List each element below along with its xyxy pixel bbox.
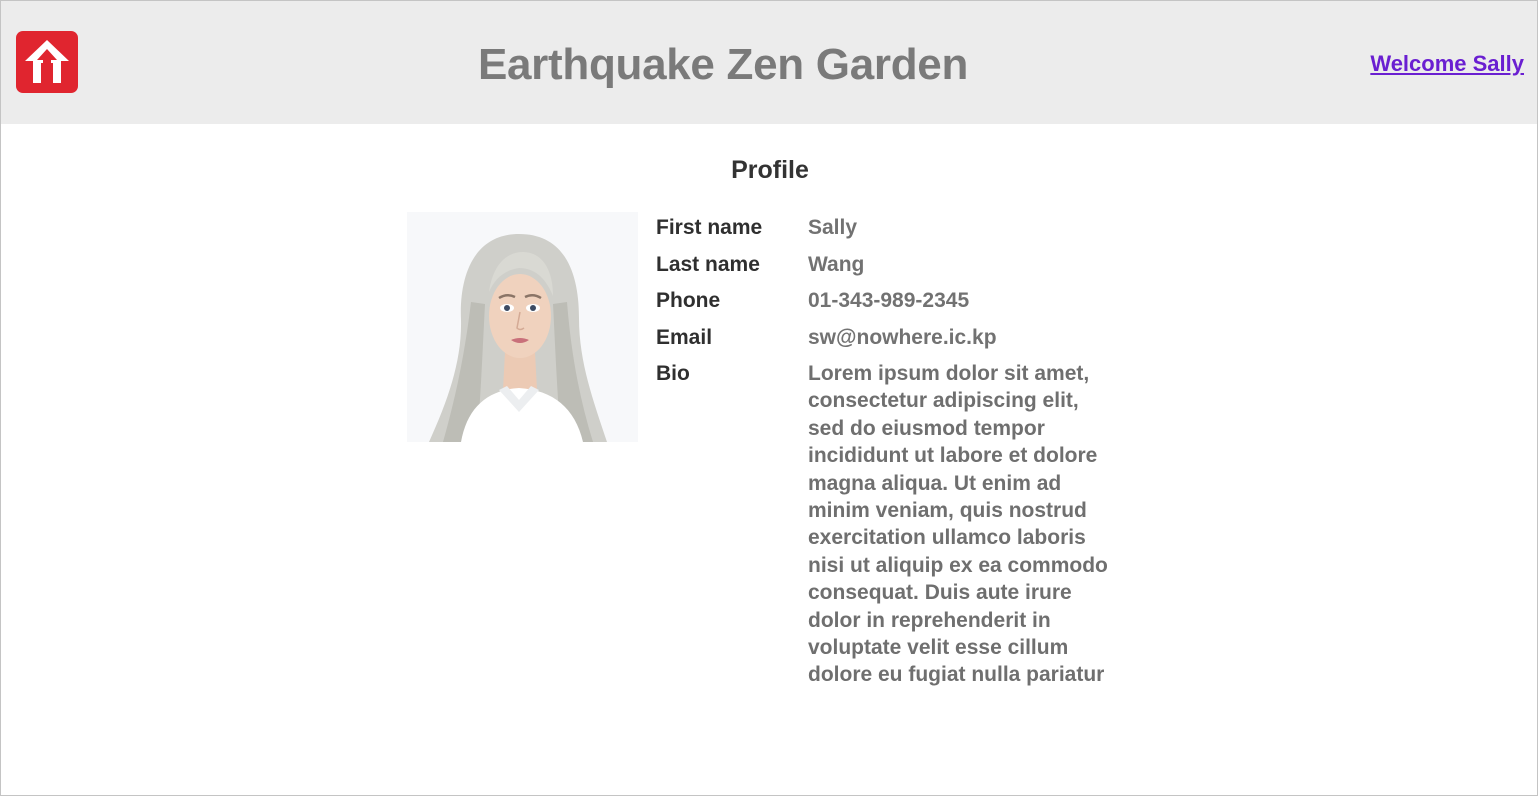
- profile-photo: [407, 212, 638, 442]
- last-name-row: Last name Wang: [656, 247, 1113, 284]
- welcome-user-link[interactable]: Welcome Sally: [1370, 51, 1524, 77]
- last-name-value: Wang: [808, 252, 865, 276]
- first-name-label: First name: [656, 216, 763, 239]
- profile-details: First name Sally Last name Wang Phone 01…: [656, 210, 1113, 689]
- email-label: Email: [656, 325, 713, 349]
- phone-label: Phone: [656, 289, 721, 312]
- bio-label: Bio: [656, 362, 690, 385]
- phone-value: 01-343-989-2345: [808, 289, 970, 312]
- header-bar: Earthquake Zen Garden Welcome Sally: [1, 1, 1537, 124]
- last-name-label: Last name: [656, 252, 760, 276]
- email-row: Email sw@nowhere.ic.kp: [656, 320, 1113, 357]
- page-title: Profile: [731, 156, 809, 184]
- app-window: Earthquake Zen Garden Welcome Sally Prof…: [0, 0, 1538, 796]
- first-name-value: Sally: [808, 216, 858, 239]
- bio-text: Lorem ipsum dolor sit amet, consectetur …: [808, 362, 1108, 687]
- bio-row: Bio Lorem ipsum dolor sit amet, consecte…: [656, 356, 1113, 689]
- email-value: sw@nowhere.ic.kp: [808, 325, 997, 349]
- phone-row: Phone 01-343-989-2345: [656, 283, 1113, 320]
- app-title: Earthquake Zen Garden: [477, 40, 969, 89]
- first-name-row: First name Sally: [656, 210, 1113, 247]
